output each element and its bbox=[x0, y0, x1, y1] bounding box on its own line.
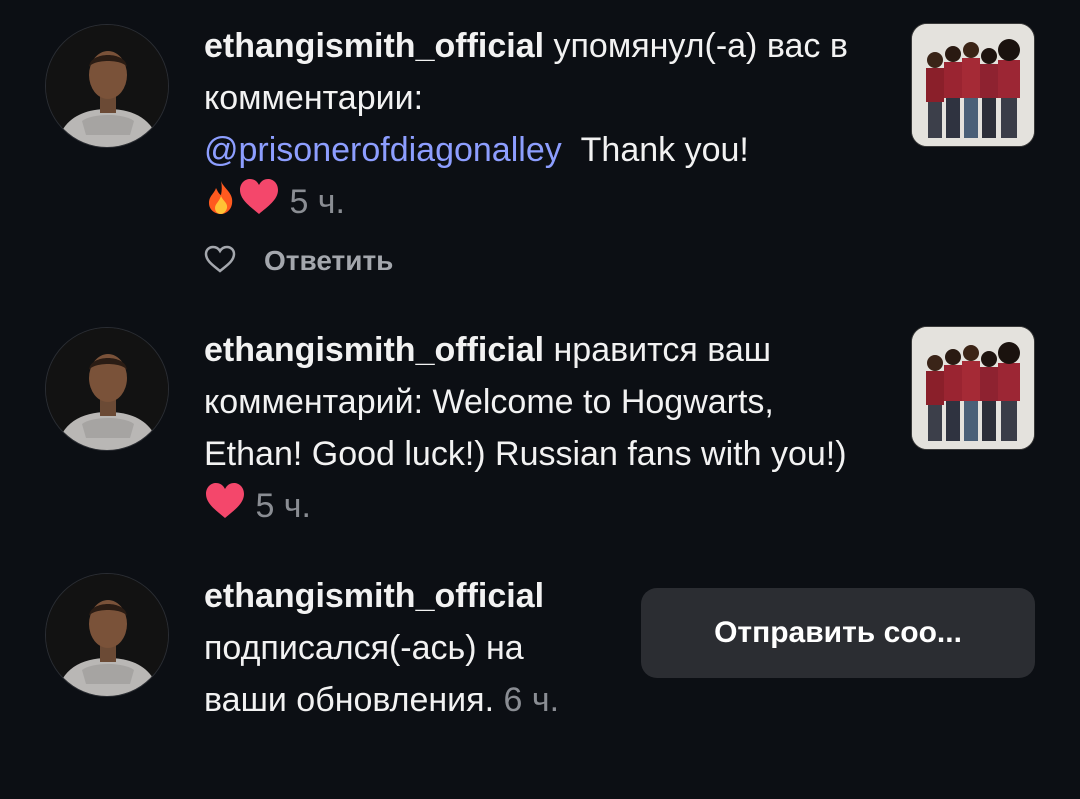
notification-text: ethangismith_official упомянул(-а) вас в… bbox=[204, 20, 864, 231]
action-text: подписался(-ась) на ваши обновления. bbox=[204, 629, 524, 719]
avatar-photo bbox=[46, 25, 168, 147]
mention-link[interactable]: @prisonerofdiagonalley bbox=[204, 131, 562, 169]
notification-text: ethangismith_official подписался(-ась) н… bbox=[204, 570, 604, 726]
timestamp-number: 6 bbox=[503, 681, 523, 719]
group-photo bbox=[912, 24, 1034, 146]
username[interactable]: ethangismith_official bbox=[204, 331, 544, 369]
username[interactable]: ethangismith_official bbox=[204, 577, 544, 615]
reply-row: Ответить bbox=[204, 245, 393, 278]
group-photo bbox=[912, 327, 1034, 449]
comment-text: Thank you! bbox=[580, 131, 749, 169]
avatar-photo bbox=[46, 328, 168, 450]
heart-emoji bbox=[238, 178, 280, 231]
timestamp: 5 ч. bbox=[289, 183, 345, 221]
send-message-button[interactable]: Отправить соо... bbox=[641, 588, 1035, 678]
timestamp-unit: ч. bbox=[531, 681, 560, 719]
reply-button[interactable]: Ответить bbox=[264, 245, 393, 277]
heart-outline-icon[interactable] bbox=[204, 245, 236, 278]
username[interactable]: ethangismith_official bbox=[204, 27, 544, 65]
timestamp: 5 ч. bbox=[255, 487, 311, 525]
avatar[interactable] bbox=[45, 573, 169, 697]
post-thumbnail[interactable] bbox=[911, 23, 1035, 147]
avatar[interactable] bbox=[45, 24, 169, 148]
fire-emoji bbox=[204, 178, 238, 230]
avatar-photo bbox=[46, 574, 168, 696]
post-thumbnail[interactable] bbox=[911, 326, 1035, 450]
notification-text: ethangismith_official нравится ваш комме… bbox=[204, 324, 874, 535]
heart-emoji bbox=[204, 482, 246, 535]
avatar[interactable] bbox=[45, 327, 169, 451]
